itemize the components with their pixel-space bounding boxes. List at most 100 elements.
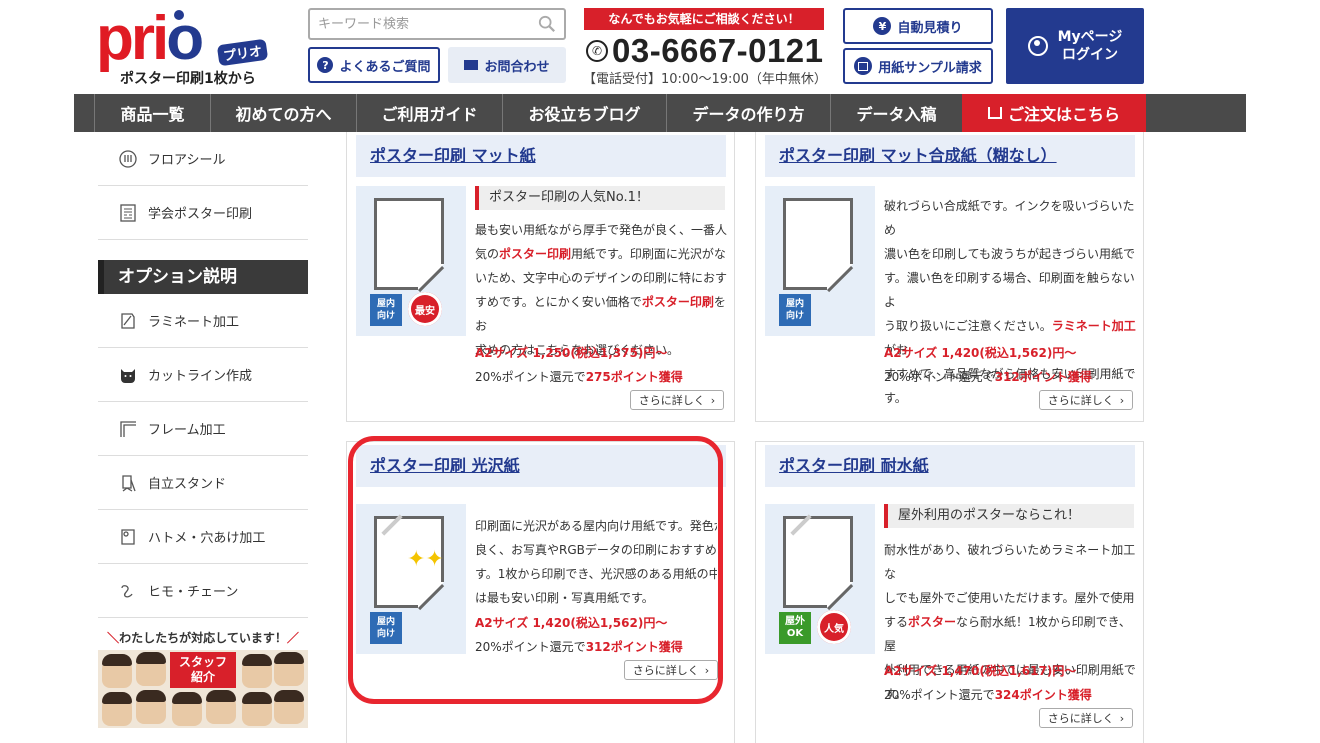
phone-block[interactable]: ✆ 03-6667-0121 bbox=[586, 32, 824, 70]
product-description: 印刷面に光沢がある屋内向け用紙です。発色が 良く、お写真やRGBデータの印刷にお… bbox=[475, 519, 717, 605]
outdoor-ok-tag: 屋外 OK bbox=[779, 612, 811, 644]
floor-sticker-icon bbox=[118, 149, 138, 169]
product-thumbnail: 屋内 向け bbox=[765, 186, 875, 336]
nav-item-blog[interactable]: お役立ちブログ bbox=[502, 94, 666, 132]
nav-item-order[interactable]: ご注文はこちら bbox=[962, 94, 1146, 132]
order-label: ご注文はこちら bbox=[1007, 105, 1120, 124]
login-label: ログイン bbox=[1062, 47, 1118, 63]
staff-intro-banner[interactable]: ＼わたしたちが対応しています！／ スタッフ 紹介 bbox=[98, 626, 308, 732]
sparkle-icon: ✦✦ bbox=[407, 547, 444, 572]
sidebar-item-label: 学会ポスター印刷 bbox=[148, 207, 253, 222]
paper-sample-label: 用紙サンプル請求 bbox=[878, 60, 982, 76]
cheapest-seal: 最安 bbox=[408, 292, 442, 326]
sidebar-item-laminate[interactable]: ラミネート加工 bbox=[98, 294, 308, 348]
product-card-matte-synthetic: ポスター印刷 マット合成紙（糊なし） 屋内 向け 破れづらい合成紙です。インクを吸… bbox=[755, 132, 1144, 422]
indoor-tag: 屋内 向け bbox=[370, 612, 402, 644]
auto-quote-label: 自動見積り bbox=[897, 20, 963, 36]
nav-item-guide[interactable]: ご利用ガイド bbox=[356, 94, 502, 132]
phone-icon: ✆ bbox=[586, 40, 608, 62]
question-icon: ? bbox=[317, 57, 334, 73]
sidebar: フロアシール 学会ポスター印刷 オプション説明 ラミネート加工 カットライン作成… bbox=[98, 132, 308, 618]
user-icon bbox=[1027, 36, 1048, 56]
consult-banner: なんでもお気軽にご相談ください！ bbox=[584, 8, 824, 30]
product-price: A2サイズ 1,420(税込1,562)円〜 bbox=[884, 346, 1077, 360]
product-thumbnail: 屋外 OK 人気 bbox=[765, 504, 875, 654]
search-input[interactable] bbox=[310, 10, 530, 38]
slash-left-icon: ＼ bbox=[107, 631, 120, 645]
product-title-link[interactable]: ポスター印刷 光沢紙 bbox=[356, 445, 726, 487]
sidebar-item-label: ヒモ・チェーン bbox=[148, 585, 239, 600]
mypage-label: Myページ bbox=[1057, 29, 1123, 45]
popular-seal: 人気 bbox=[817, 610, 851, 644]
cart-icon bbox=[987, 107, 1002, 119]
paper-sheet-icon bbox=[783, 198, 853, 290]
search-box bbox=[308, 8, 566, 40]
chevron-right-icon: › bbox=[710, 393, 716, 407]
nav-item-first-time[interactable]: 初めての方へ bbox=[210, 94, 356, 132]
product-catchcopy: 屋外利用のポスターならこれ！ bbox=[884, 504, 1134, 528]
sidebar-item-label: フロアシール bbox=[148, 153, 226, 168]
product-title-link[interactable]: ポスター印刷 マット合成紙（糊なし） bbox=[765, 135, 1135, 177]
sidebar-item-label: フレーム加工 bbox=[148, 423, 226, 438]
staff-photo: スタッフ 紹介 bbox=[98, 650, 308, 728]
sidebar-item-string-chain[interactable]: ヒモ・チェーン bbox=[98, 564, 308, 618]
slash-right-icon: ／ bbox=[286, 631, 299, 645]
site-logo[interactable]: prio プリオ ポスター印刷1枚から bbox=[96, 4, 276, 87]
contact-button[interactable]: お問合わせ bbox=[448, 47, 566, 83]
product-title-link[interactable]: ポスター印刷 耐水紙 bbox=[765, 445, 1135, 487]
product-thumbnail: ✦✦ 屋内 向け bbox=[356, 504, 466, 654]
sidebar-item-stand[interactable]: 自立スタンド bbox=[98, 456, 308, 510]
chevron-right-icon: › bbox=[1119, 711, 1125, 725]
phone-number[interactable]: 03-6667-0121 bbox=[612, 32, 824, 70]
nav-item-data-howto[interactable]: データの作り方 bbox=[666, 94, 830, 132]
conference-poster-icon bbox=[118, 203, 138, 223]
logo-dot bbox=[174, 10, 184, 20]
product-catchcopy: ポスター印刷の人気No.1！ bbox=[475, 186, 725, 210]
nav-item-products[interactable]: 商品一覧 bbox=[94, 94, 210, 132]
sample-icon bbox=[854, 57, 873, 75]
frame-icon bbox=[118, 419, 138, 439]
product-points: 20%ポイント還元で312ポイント獲得 bbox=[475, 640, 683, 654]
more-details-button[interactable]: さらに詳しく › bbox=[624, 660, 718, 680]
staff-label: スタッフ 紹介 bbox=[170, 652, 236, 688]
product-title-link[interactable]: ポスター印刷 マット紙 bbox=[356, 135, 726, 177]
staff-caption: ＼わたしたちが対応しています！／ bbox=[107, 631, 299, 645]
more-details-button[interactable]: さらに詳しく › bbox=[1039, 390, 1133, 410]
chevron-right-icon: › bbox=[704, 663, 710, 677]
nav-item-data-submit[interactable]: データ入稿 bbox=[830, 94, 962, 132]
glossy-sheet-icon: ✦✦ bbox=[374, 516, 444, 608]
auto-quote-button[interactable]: ¥ 自動見積り bbox=[843, 8, 993, 44]
mypage-login-button[interactable]: Myページ ログイン bbox=[1006, 8, 1144, 84]
indoor-tag: 屋内 向け bbox=[370, 294, 402, 326]
product-price: A2サイズ 1,250(税込1,375)円〜 bbox=[475, 346, 668, 360]
product-points: 20%ポイント還元で312ポイント獲得 bbox=[884, 370, 1092, 384]
product-price: A2サイズ 1,470(税込1,617)円〜 bbox=[884, 664, 1077, 678]
mail-icon bbox=[464, 60, 479, 70]
sidebar-item-label: カットライン作成 bbox=[148, 369, 253, 384]
logo-wordmark: prio bbox=[96, 4, 204, 73]
yen-icon: ¥ bbox=[873, 17, 892, 35]
sidebar-item-floor-sticker[interactable]: フロアシール bbox=[98, 132, 308, 186]
product-thumbnail: 屋内 向け 最安 bbox=[356, 186, 466, 336]
global-nav: 商品一覧 初めての方へ ご利用ガイド お役立ちブログ データの作り方 データ入稿… bbox=[74, 94, 1246, 132]
mypage-text: Myページ ログイン bbox=[1058, 28, 1123, 64]
phone-hours: 【電話受付】10:00〜19:00（年中無休） bbox=[583, 72, 827, 87]
sidebar-item-cutline[interactable]: カットライン作成 bbox=[98, 348, 308, 402]
more-details-button[interactable]: さらに詳しく › bbox=[1039, 708, 1133, 728]
laminate-icon bbox=[118, 311, 138, 331]
contact-label: お問合わせ bbox=[484, 59, 550, 75]
sidebar-item-frame[interactable]: フレーム加工 bbox=[98, 402, 308, 456]
product-card-matte: ポスター印刷 マット紙 屋内 向け 最安 ポスター印刷の人気No.1！ 最も安い用… bbox=[346, 132, 735, 422]
options-heading: オプション説明 bbox=[98, 260, 308, 294]
product-card-waterproof: ポスター印刷 耐水紙 屋外 OK 人気 屋外利用のポスターならこれ！ 耐水性があり… bbox=[755, 441, 1144, 743]
sidebar-item-grommet[interactable]: ハトメ・穴あけ加工 bbox=[98, 510, 308, 564]
more-details-button[interactable]: さらに詳しく › bbox=[630, 390, 724, 410]
chevron-right-icon: › bbox=[1119, 393, 1125, 407]
search-icon[interactable] bbox=[538, 15, 556, 33]
faq-label: よくあるご質問 bbox=[339, 59, 431, 75]
paper-sample-button[interactable]: 用紙サンプル請求 bbox=[843, 48, 993, 84]
sidebar-item-conference-poster[interactable]: 学会ポスター印刷 bbox=[98, 186, 308, 240]
string-chain-icon bbox=[118, 581, 138, 601]
faq-button[interactable]: ? よくあるご質問 bbox=[308, 47, 440, 83]
product-points: 20%ポイント還元で324ポイント獲得 bbox=[884, 688, 1092, 702]
